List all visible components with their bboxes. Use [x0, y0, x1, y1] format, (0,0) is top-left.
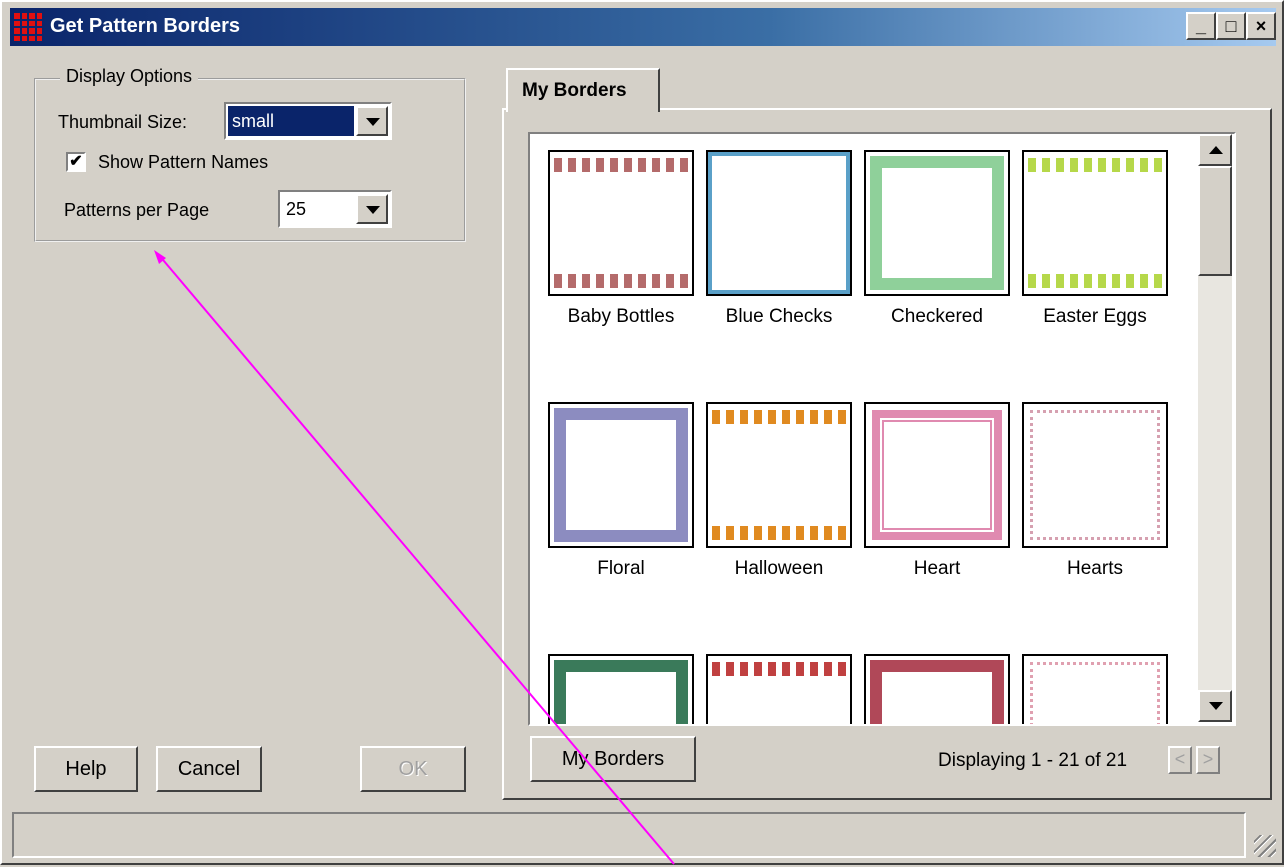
pattern-thumbnail[interactable]: [706, 150, 852, 296]
ok-button[interactable]: OK: [360, 746, 466, 792]
pattern-thumbnail[interactable]: [706, 654, 852, 724]
window-title: Get Pattern Borders: [50, 15, 241, 37]
pattern-thumbnail[interactable]: [1022, 654, 1168, 724]
cancel-button[interactable]: Cancel: [156, 746, 262, 792]
maximize-button[interactable]: □: [1216, 12, 1246, 40]
pattern-thumbnail[interactable]: [864, 150, 1010, 296]
pattern-name: Checkered: [891, 306, 983, 327]
pattern-thumbnail[interactable]: [1022, 402, 1168, 548]
pattern-tile[interactable]: Hearts: [1022, 402, 1168, 580]
resize-grip-icon[interactable]: [1254, 835, 1276, 857]
pattern-tile[interactable]: [1022, 654, 1168, 724]
pattern-thumbnail[interactable]: [548, 150, 694, 296]
pattern-tile[interactable]: Halloween: [706, 402, 852, 580]
my-borders-button[interactable]: My Borders: [530, 736, 696, 782]
patterns-per-page-label: Patterns per Page: [64, 200, 210, 220]
patterns-per-page-select[interactable]: 25: [278, 190, 392, 228]
pattern-list[interactable]: Baby Bottles Blue Checks Checkered Easter E…: [528, 132, 1236, 726]
prev-page-button[interactable]: <: [1168, 746, 1192, 774]
pattern-name: Easter Eggs: [1043, 306, 1147, 327]
pattern-decoration: [712, 410, 846, 424]
pattern-decoration: [1028, 274, 1162, 288]
pattern-tile[interactable]: [548, 654, 694, 724]
pattern-decoration: [554, 158, 688, 172]
pattern-decoration: [712, 526, 846, 540]
pattern-decoration: [1028, 158, 1162, 172]
pattern-name: Floral: [597, 558, 645, 579]
pattern-thumbnail[interactable]: [706, 402, 852, 548]
pattern-tile[interactable]: Easter Eggs: [1022, 150, 1168, 328]
chevron-down-icon[interactable]: [356, 194, 388, 224]
patterns-per-page-value: 25: [286, 199, 307, 219]
thumbnail-size-select[interactable]: small: [224, 102, 392, 140]
pattern-decoration: [554, 274, 688, 288]
scroll-up-button[interactable]: [1198, 134, 1232, 166]
pattern-tile[interactable]: Floral: [548, 402, 694, 580]
pattern-tile[interactable]: [864, 654, 1010, 724]
pattern-tile[interactable]: Checkered: [864, 150, 1010, 328]
pattern-decoration: [1030, 410, 1160, 540]
pattern-thumbnail[interactable]: [548, 654, 694, 724]
show-pattern-names-label[interactable]: Show Pattern Names: [98, 152, 268, 173]
close-button[interactable]: ×: [1246, 12, 1276, 40]
next-page-button[interactable]: >: [1196, 746, 1220, 774]
show-pattern-names-checkbox[interactable]: ✔: [66, 152, 86, 172]
pattern-name: Halloween: [734, 558, 824, 579]
chevron-down-icon[interactable]: [356, 106, 388, 136]
pattern-decoration: [712, 662, 846, 676]
pattern-thumbnail[interactable]: [548, 402, 694, 548]
pattern-tile[interactable]: Baby Bottles: [548, 150, 694, 328]
minimize-button[interactable]: _: [1186, 12, 1216, 40]
scroll-thumb[interactable]: [1198, 166, 1232, 276]
annotation-arrow-head: [154, 250, 166, 264]
help-button[interactable]: Help: [34, 746, 138, 792]
status-bar: [12, 812, 1246, 858]
pattern-name: Blue Checks: [725, 306, 833, 327]
thumbnail-size-value: small: [228, 106, 354, 136]
pattern-decoration: [1030, 662, 1160, 724]
app-grid-icon: [14, 13, 42, 41]
pattern-tile[interactable]: [706, 654, 852, 724]
pattern-name: Baby Bottles: [567, 306, 675, 327]
vertical-scrollbar[interactable]: [1198, 134, 1232, 722]
display-options-legend: Display Options: [60, 66, 199, 87]
thumbnail-size-label: Thumbnail Size:: [58, 112, 188, 132]
pattern-name: Heart: [913, 558, 961, 579]
pattern-thumbnail[interactable]: [1022, 150, 1168, 296]
paging-status: Displaying 1 - 21 of 21: [938, 750, 1128, 771]
scroll-down-button[interactable]: [1198, 690, 1232, 722]
pattern-tile[interactable]: Blue Checks: [706, 150, 852, 328]
pattern-tile[interactable]: Heart: [864, 402, 1010, 580]
pattern-name: Hearts: [1067, 558, 1123, 579]
title-bar[interactable]: Get Pattern Borders _ □ ×: [10, 8, 1276, 46]
tab-my-borders[interactable]: My Borders: [506, 68, 660, 112]
pattern-thumbnail[interactable]: [864, 402, 1010, 548]
pattern-thumbnail[interactable]: [864, 654, 1010, 724]
dialog-window: Get Pattern Borders _ □ × Display Option…: [0, 0, 1284, 865]
